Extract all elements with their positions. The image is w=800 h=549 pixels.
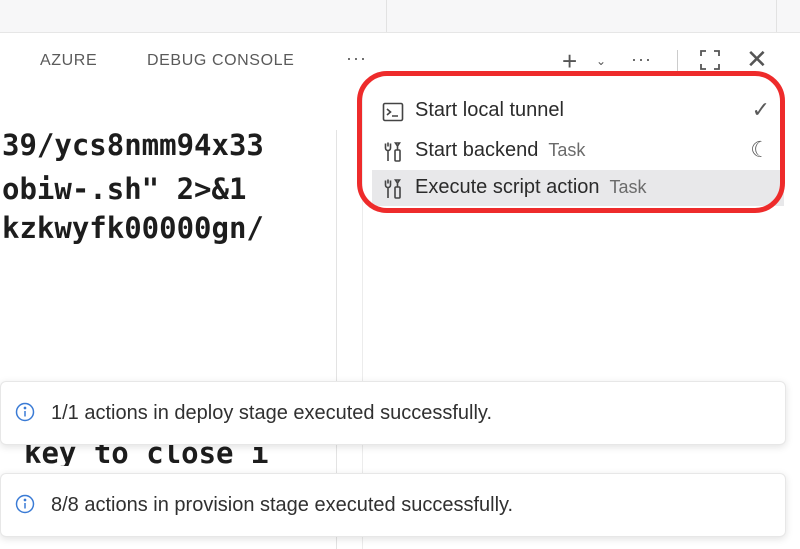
maximize-panel-icon[interactable] xyxy=(700,50,720,70)
title-strip xyxy=(0,0,800,33)
notification-message: 1/1 actions in deploy stage executed suc… xyxy=(51,402,492,424)
highlight-annotation xyxy=(357,71,785,213)
info-icon xyxy=(15,494,35,514)
more-actions-icon[interactable]: ··· xyxy=(631,49,652,70)
notification-toast[interactable]: 8/8 actions in provision stage executed … xyxy=(0,473,786,537)
terminal-line: obiw-.sh" 2>&1 xyxy=(2,172,247,206)
tab-debug-console[interactable]: DEBUG CONSOLE xyxy=(147,52,294,70)
strip-divider xyxy=(386,0,387,32)
tabs-more-button[interactable]: ··· xyxy=(346,48,367,69)
terminal-line: kzkwyfk00000gn/ xyxy=(2,211,264,245)
chevron-down-icon[interactable]: ⌄ xyxy=(596,54,606,68)
strip-divider xyxy=(776,0,777,32)
notification-message: 8/8 actions in provision stage executed … xyxy=(51,494,514,516)
tab-azure[interactable]: AZURE xyxy=(40,52,97,70)
info-icon xyxy=(15,402,35,422)
terminal-line: 39/ycs8nmm94x33 xyxy=(2,128,264,162)
notification-toast[interactable]: 1/1 actions in deploy stage executed suc… xyxy=(0,381,786,445)
